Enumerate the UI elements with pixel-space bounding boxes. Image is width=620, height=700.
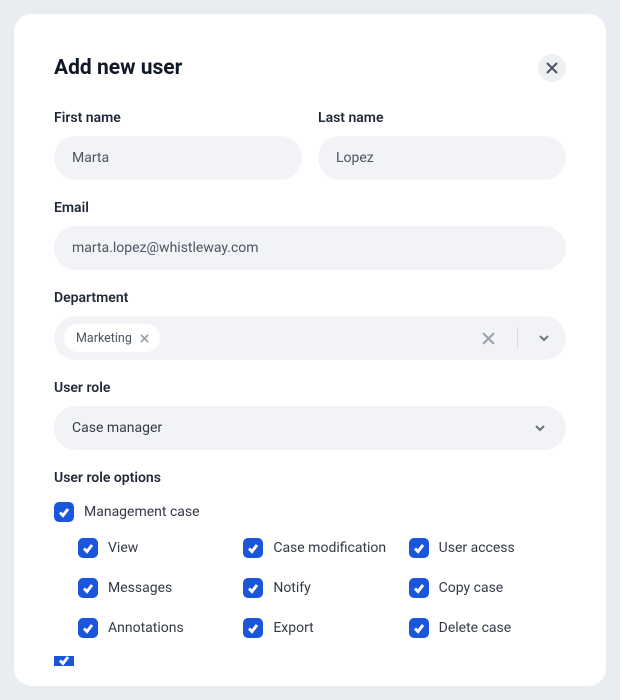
close-icon — [546, 62, 558, 74]
checkbox-notify[interactable] — [243, 578, 263, 598]
close-icon — [140, 334, 149, 343]
chevron-down-icon — [538, 332, 550, 344]
email-label: Email — [54, 200, 566, 216]
department-select[interactable]: Marketing — [54, 316, 566, 360]
option-parent-label: Management case — [84, 504, 200, 520]
role-options-label: User role options — [54, 470, 566, 486]
option-row: Notify — [243, 578, 400, 598]
check-icon — [413, 582, 425, 594]
chevron-down-icon — [534, 422, 546, 434]
check-icon — [58, 656, 70, 666]
option-row: Annotations — [78, 618, 235, 638]
check-icon — [82, 542, 94, 554]
option-label: Copy case — [439, 580, 504, 596]
option-row: Delete case — [409, 618, 566, 638]
email-input[interactable]: marta.lopez@whistleway.com — [54, 226, 566, 270]
option-label: Messages — [108, 580, 172, 596]
checkbox-delete-case[interactable] — [409, 618, 429, 638]
close-icon — [482, 332, 495, 345]
check-icon — [247, 582, 259, 594]
modal-title: Add new user — [54, 56, 182, 80]
last-name-label: Last name — [318, 110, 566, 126]
option-label: Export — [273, 620, 313, 636]
last-name-value: Lopez — [336, 150, 374, 166]
user-role-select[interactable]: Case manager — [54, 406, 566, 450]
check-icon — [413, 622, 425, 634]
last-name-field-wrapper: Last name Lopez — [318, 110, 566, 180]
option-label: Case modification — [273, 540, 386, 556]
add-user-modal: Add new user First name Marta Last name … — [14, 14, 606, 686]
remove-tag-button[interactable] — [138, 331, 152, 345]
check-icon — [58, 506, 70, 518]
checkbox-copy-case[interactable] — [409, 578, 429, 598]
clear-department-button[interactable] — [479, 329, 497, 347]
checkbox-partial[interactable] — [54, 656, 74, 666]
checkbox-user-access[interactable] — [409, 538, 429, 558]
check-icon — [82, 582, 94, 594]
option-row: Copy case — [409, 578, 566, 598]
checkbox-case-modification[interactable] — [243, 538, 263, 558]
option-row: View — [78, 538, 235, 558]
divider — [517, 327, 518, 349]
user-role-value: Case manager — [72, 420, 162, 436]
option-partial-row — [54, 656, 566, 666]
option-label: User access — [439, 540, 515, 556]
department-tag-label: Marketing — [76, 331, 132, 346]
option-label: Notify — [273, 580, 310, 596]
option-parent-row: Management case — [54, 502, 566, 522]
first-name-label: First name — [54, 110, 302, 126]
last-name-input[interactable]: Lopez — [318, 136, 566, 180]
email-value: marta.lopez@whistleway.com — [72, 240, 259, 256]
role-options-grid: View Case modification User access Messa… — [54, 538, 566, 638]
close-button[interactable] — [538, 54, 566, 82]
checkbox-annotations[interactable] — [78, 618, 98, 638]
role-dropdown-toggle[interactable] — [532, 420, 548, 436]
option-row: User access — [409, 538, 566, 558]
department-tag: Marketing — [64, 324, 160, 352]
option-label: Annotations — [108, 620, 184, 636]
first-name-input[interactable]: Marta — [54, 136, 302, 180]
option-label: View — [108, 540, 138, 556]
checkbox-messages[interactable] — [78, 578, 98, 598]
check-icon — [413, 542, 425, 554]
first-name-field-wrapper: First name Marta — [54, 110, 302, 180]
option-row: Messages — [78, 578, 235, 598]
option-label: Delete case — [439, 620, 512, 636]
option-row: Export — [243, 618, 400, 638]
first-name-value: Marta — [72, 150, 109, 166]
checkbox-export[interactable] — [243, 618, 263, 638]
user-role-label: User role — [54, 380, 566, 396]
department-dropdown-toggle[interactable] — [536, 330, 552, 346]
checkbox-view[interactable] — [78, 538, 98, 558]
check-icon — [247, 622, 259, 634]
check-icon — [247, 542, 259, 554]
check-icon — [82, 622, 94, 634]
checkbox-management-case[interactable] — [54, 502, 74, 522]
department-label: Department — [54, 290, 566, 306]
option-row: Case modification — [243, 538, 400, 558]
modal-header: Add new user — [54, 54, 566, 82]
